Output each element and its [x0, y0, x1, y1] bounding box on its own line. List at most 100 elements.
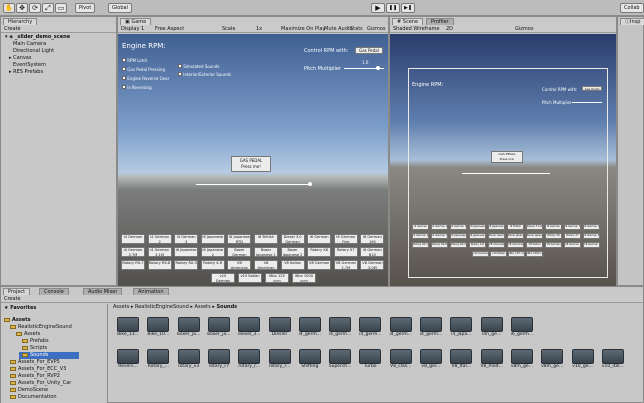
tree-item[interactable]: Documentation: [10, 394, 57, 401]
2d-toggle[interactable]: 2D: [446, 25, 453, 33]
tree-item[interactable]: Assets: [4, 317, 31, 324]
aspect-select[interactable]: Free Aspect: [155, 25, 184, 33]
scene-preset-button[interactable]: V8 German 3.0M: [583, 242, 600, 248]
asset-item[interactable]: rotary_r...: [266, 349, 294, 377]
mute-audio-toggle[interactable]: Mute Audio: [324, 25, 352, 33]
tree-item[interactable]: Assets_For_ECC_V3: [10, 366, 66, 373]
tab-audio-mixer[interactable]: Audio Mixer: [83, 288, 123, 295]
breadcrumb-item[interactable]: Sounds: [216, 304, 237, 310]
engine-preset-button[interactable]: V8 American Modern: [254, 260, 278, 270]
engine-preset-button[interactable]: i6bx 1000 ccm: [292, 273, 316, 283]
engine-preset-button[interactable]: V8 American Classic: [227, 260, 252, 270]
asset-item[interactable]: Bike_10...: [144, 317, 172, 345]
gas-pedal-button[interactable]: GAS PEDAL Press me!: [231, 156, 271, 172]
asset-item[interactable]: v10_ital...: [599, 349, 627, 377]
engine-preset-button[interactable]: i6 British: [254, 234, 278, 244]
rect-tool-icon[interactable]: ▭: [55, 3, 67, 13]
scene-preset-button[interactable]: i6 British: [507, 224, 524, 230]
engine-preset-button[interactable]: V8 German: [307, 260, 332, 270]
play-button[interactable]: ▶: [371, 3, 385, 13]
option-interior[interactable]: Interior/Exterior Sounds: [178, 72, 231, 77]
hierarchy-item[interactable]: Directional Light: [13, 48, 54, 55]
engine-preset-button[interactable]: i6 Japanese RTD: [227, 234, 252, 244]
tree-item[interactable]: DemoScene: [10, 387, 48, 394]
pause-button[interactable]: ❚❚: [386, 3, 400, 13]
shading-select[interactable]: Shaded Wireframe: [393, 25, 440, 33]
engine-preset-button[interactable]: Rotary RX-7: [121, 260, 145, 270]
hierarchy-item[interactable]: Main Camera: [13, 41, 46, 48]
pitch-slider-handle[interactable]: [376, 66, 380, 70]
engine-preset-button[interactable]: Rotary X8: [307, 247, 332, 257]
scene-preset-button[interactable]: Boxer Japanese 1: [507, 233, 524, 239]
tree-item[interactable]: RealisticEngineSound: [10, 324, 72, 331]
tab-hierarchy[interactable]: Hierarchy: [3, 18, 38, 25]
global-toggle[interactable]: Global: [108, 3, 132, 13]
scene-control-dropdown[interactable]: Gas Pedal: [582, 86, 602, 91]
scene-preset-button[interactable]: Diesel 3.0 German: [526, 224, 543, 230]
asset-item[interactable]: rotary_r...: [235, 349, 263, 377]
asset-item[interactable]: Revers...: [114, 349, 142, 377]
tab-project[interactable]: Project: [3, 288, 31, 295]
scale-tool-icon[interactable]: ⤢: [42, 3, 54, 13]
asset-item[interactable]: boxer_ja...: [175, 317, 203, 345]
scene-preset-button[interactable]: i6 German Five: [564, 224, 581, 230]
asset-item[interactable]: i4_germ...: [296, 317, 324, 345]
scene-preset-button[interactable]: Boxer Japanese 2: [526, 233, 543, 239]
tab-console[interactable]: Console: [39, 288, 69, 295]
asset-item[interactable]: boxer_ja...: [205, 317, 233, 345]
asset-item[interactable]: v8m_ge...: [538, 349, 566, 377]
engine-preset-button[interactable]: Rotary RX-3: [174, 260, 199, 270]
asset-item[interactable]: V8_clas...: [387, 349, 415, 377]
scene-preset-button[interactable]: i4 German 3.1M: [431, 233, 448, 239]
option-gas-pressing[interactable]: Gas Pedal Pressing: [122, 67, 165, 72]
option-simulated[interactable]: Simulated Sounds: [178, 64, 219, 69]
engine-preset-button[interactable]: i4 German 3: [174, 234, 199, 244]
tree-item[interactable]: Assets_For_EVP5: [10, 359, 60, 366]
asset-item[interactable]: i6_germ...: [508, 317, 536, 345]
engine-preset-button[interactable]: V8 German 3.0M: [360, 260, 385, 270]
scene-root-item[interactable]: ▾ ◈ _slider_demo_scene: [5, 34, 70, 41]
hierarchy-create-button[interactable]: Create: [4, 25, 21, 33]
engine-preset-button[interactable]: Rotary 4-R: [200, 260, 225, 270]
rpm-slider-track[interactable]: [196, 184, 312, 185]
rpm-slider-handle[interactable]: [308, 182, 312, 186]
control-dropdown[interactable]: Gas Pedal: [355, 47, 383, 54]
hierarchy-item[interactable]: EventSystem: [13, 62, 46, 69]
option-reverse-gear[interactable]: Engine Reverse Gear: [122, 76, 169, 81]
engine-preset-button[interactable]: v10 Italian: [238, 273, 262, 283]
asset-item[interactable]: i4_germ...: [417, 317, 445, 345]
scene-preset-button[interactable]: v10 Italian: [490, 251, 507, 257]
scene-preset-button[interactable]: i6 German: [545, 224, 562, 230]
engine-preset-button[interactable]: Boxer Japanese 2: [280, 247, 305, 257]
scene-preset-button[interactable]: V8 Italian: [526, 242, 543, 248]
engine-preset-button[interactable]: i6 German 190: [360, 234, 385, 244]
engine-preset-button[interactable]: i4 German: [121, 234, 145, 244]
asset-item[interactable]: Shifting: [296, 349, 324, 377]
engine-preset-button[interactable]: i4 German 3.1M: [147, 247, 172, 257]
asset-item[interactable]: Superch...: [326, 349, 354, 377]
scene-preset-button[interactable]: i6 Japanese: [469, 224, 486, 230]
tab-scene[interactable]: # Scene: [392, 18, 424, 25]
tree-item[interactable]: Prefabs: [22, 338, 49, 345]
maximize-on-play-toggle[interactable]: Maximize On Play: [281, 25, 325, 33]
asset-item[interactable]: Rotary_...: [144, 349, 172, 377]
step-button[interactable]: ▶❚: [401, 3, 415, 13]
engine-preset-button[interactable]: Boxer German: [227, 247, 252, 257]
breadcrumb-item[interactable]: Assets: [113, 304, 129, 310]
scene-preset-button[interactable]: i6bx 125 ccm: [508, 251, 525, 257]
option-rpm-limit[interactable]: RPM Limit: [122, 58, 147, 63]
stats-toggle[interactable]: Stats: [350, 25, 363, 33]
engine-preset-button[interactable]: i6 German: [307, 234, 332, 244]
scene-preset-button[interactable]: i6 Japanese RTD: [488, 224, 505, 230]
engine-preset-button[interactable]: Rotary X7: [333, 247, 358, 257]
breadcrumb-item[interactable]: Assets: [194, 304, 210, 310]
move-tool-icon[interactable]: ✥: [16, 3, 28, 13]
tree-item[interactable]: Assets_For_RVP2: [10, 373, 60, 380]
scene-preset-button[interactable]: i4 German: [412, 224, 429, 230]
engine-preset-button[interactable]: i6bx 125 ccm: [265, 273, 289, 283]
scene-preset-button[interactable]: i4 German 2: [431, 224, 448, 230]
scene-preset-button[interactable]: i6 German 190: [583, 224, 600, 230]
asset-item[interactable]: i4n_ge...: [478, 317, 506, 345]
tree-item-selected[interactable]: Sounds: [19, 352, 79, 359]
tree-item[interactable]: Scripts: [22, 345, 47, 352]
